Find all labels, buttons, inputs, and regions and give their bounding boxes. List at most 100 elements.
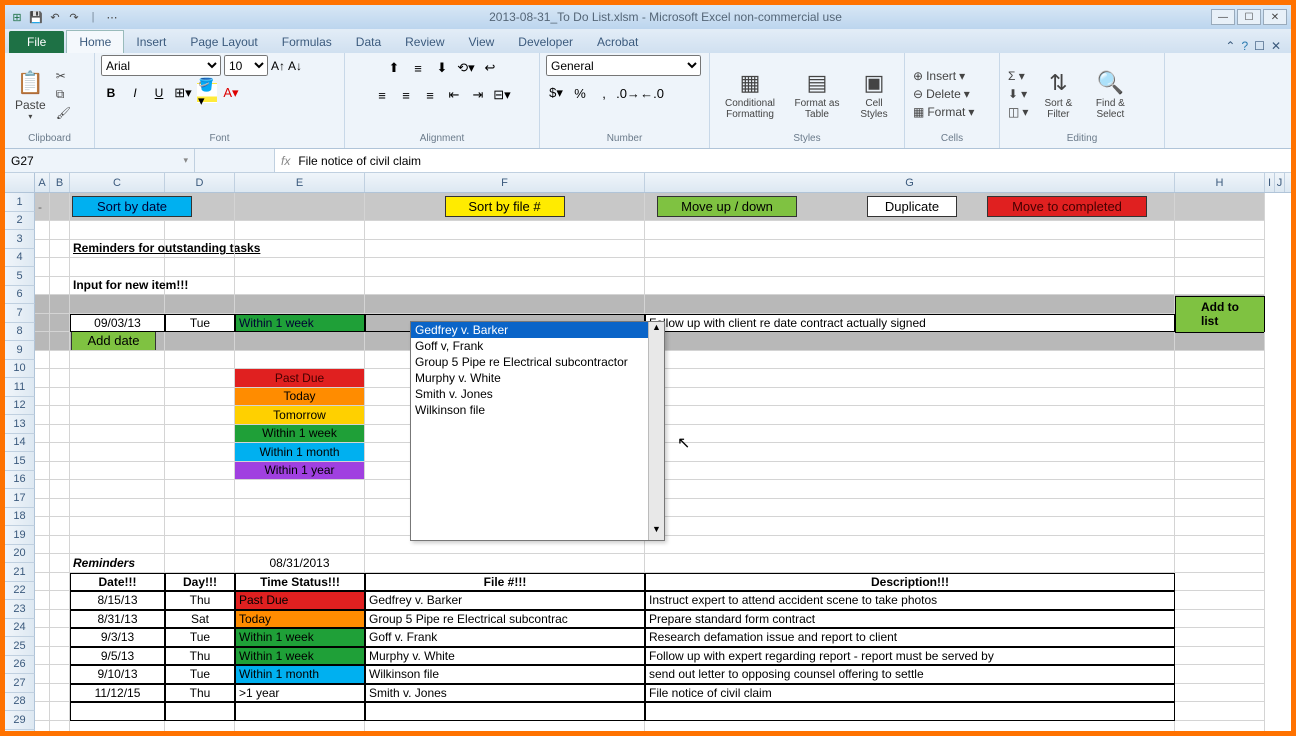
maximize-button[interactable]: ☐: [1237, 9, 1261, 25]
merge-button[interactable]: ⊟▾: [492, 85, 512, 105]
formula-bar[interactable]: [298, 154, 1285, 168]
table-status[interactable]: Within 1 month: [235, 665, 365, 684]
font-size-select[interactable]: 10: [224, 55, 268, 76]
number-format-select[interactable]: General: [546, 55, 701, 76]
table-day[interactable]: Thu: [165, 684, 235, 703]
align-left-icon[interactable]: ≡: [372, 85, 392, 105]
border-button[interactable]: ⊞▾: [173, 83, 193, 103]
table-file[interactable]: Gedfrey v. Barker: [365, 591, 645, 610]
format-painter-button[interactable]: 🖌: [54, 105, 73, 121]
fx-icon[interactable]: fx: [281, 154, 290, 168]
table-file[interactable]: Goff v. Frank: [365, 628, 645, 647]
comma-icon[interactable]: ,: [594, 83, 614, 103]
tab-home[interactable]: Home: [66, 30, 124, 53]
table-day[interactable]: Tue: [165, 628, 235, 647]
table-desc[interactable]: Prepare standard form contract: [645, 610, 1175, 629]
cell-styles-button[interactable]: ▣Cell Styles: [850, 66, 898, 122]
increase-indent-icon[interactable]: ⇥: [468, 85, 488, 105]
close-workbook-icon[interactable]: ✕: [1271, 39, 1281, 53]
dropdown-item[interactable]: Wilkinson file: [411, 402, 664, 418]
table-desc[interactable]: send out letter to opposing counsel offe…: [645, 665, 1175, 684]
table-date[interactable]: 9/5/13: [70, 647, 165, 666]
table-day[interactable]: Sat: [165, 610, 235, 629]
decrease-font-icon[interactable]: A↓: [288, 59, 302, 73]
duplicate-button[interactable]: Duplicate: [867, 196, 957, 217]
table-desc[interactable]: Research defamation issue and report to …: [645, 628, 1175, 647]
align-bottom-icon[interactable]: ⬇: [432, 58, 452, 78]
file-dropdown[interactable]: Gedfrey v. BarkerGoff v, FrankGroup 5 Pi…: [410, 321, 665, 541]
dropdown-item[interactable]: Gedfrey v. Barker: [411, 322, 664, 338]
tab-acrobat[interactable]: Acrobat: [585, 31, 650, 53]
tab-developer[interactable]: Developer: [506, 31, 585, 53]
orientation-icon[interactable]: ⟲▾: [456, 58, 476, 78]
fill-button[interactable]: ⬇ ▾: [1006, 86, 1030, 102]
table-date[interactable]: 9/3/13: [70, 628, 165, 647]
sort-by-file-button[interactable]: Sort by file #: [445, 196, 565, 217]
tab-formulas[interactable]: Formulas: [270, 31, 344, 53]
fill-color-button[interactable]: 🪣▾: [197, 83, 217, 103]
new-desc-cell[interactable]: Follow up with client re date contract a…: [645, 314, 1175, 333]
increase-font-icon[interactable]: A↑: [271, 59, 285, 73]
redo-icon[interactable]: ↷: [66, 9, 82, 25]
insert-cells-button[interactable]: ⊕Insert ▾: [911, 68, 976, 84]
table-status[interactable]: Within 1 week: [235, 628, 365, 647]
underline-button[interactable]: U: [149, 83, 169, 103]
tab-layout[interactable]: Page Layout: [178, 31, 269, 53]
table-date[interactable]: 8/31/13: [70, 610, 165, 629]
restore-window-icon[interactable]: ☐: [1254, 39, 1265, 53]
table-desc[interactable]: Instruct expert to attend accident scene…: [645, 591, 1175, 610]
tab-review[interactable]: Review: [393, 31, 456, 53]
minimize-button[interactable]: —: [1211, 9, 1235, 25]
tab-file[interactable]: File: [9, 31, 64, 53]
italic-button[interactable]: I: [125, 83, 145, 103]
dropdown-item[interactable]: Group 5 Pipe re Electrical subcontractor: [411, 354, 664, 370]
find-select-button[interactable]: 🔍Find & Select: [1086, 66, 1134, 122]
sort-by-date-button[interactable]: Sort by date: [72, 196, 192, 217]
copy-button[interactable]: ⧉: [54, 86, 73, 103]
minimize-ribbon-icon[interactable]: ⌃: [1225, 39, 1235, 53]
table-desc[interactable]: Follow up with expert regarding report -…: [645, 647, 1175, 666]
qat-more-icon[interactable]: ⋯: [104, 9, 120, 25]
font-name-select[interactable]: Arial: [101, 55, 221, 76]
select-all-corner[interactable]: [5, 173, 35, 192]
decrease-indent-icon[interactable]: ⇤: [444, 85, 464, 105]
new-date-cell[interactable]: 09/03/13: [70, 314, 165, 333]
move-up-down-button[interactable]: Move up / down: [657, 196, 797, 217]
table-desc[interactable]: File notice of civil claim: [645, 684, 1175, 703]
dropdown-scrollbar[interactable]: ▲ ▼: [648, 322, 664, 540]
move-to-completed-button[interactable]: Move to completed: [987, 196, 1147, 217]
add-to-list-button[interactable]: Add tolist: [1175, 296, 1265, 333]
align-center-icon[interactable]: ≡: [396, 85, 416, 105]
help-icon[interactable]: ?: [1241, 39, 1248, 53]
tab-insert[interactable]: Insert: [124, 31, 178, 53]
table-file[interactable]: Murphy v. White: [365, 647, 645, 666]
format-as-table-button[interactable]: ▤Format as Table: [788, 66, 846, 122]
sort-filter-button[interactable]: ⇅Sort & Filter: [1034, 66, 1082, 122]
wrap-text-button[interactable]: ↩: [480, 58, 500, 78]
table-status[interactable]: Past Due: [235, 591, 365, 610]
cut-button[interactable]: ✂: [54, 68, 73, 84]
close-button[interactable]: ✕: [1263, 9, 1287, 25]
paste-button[interactable]: 📋Paste▾: [11, 66, 50, 123]
tab-data[interactable]: Data: [344, 31, 393, 53]
table-date[interactable]: 9/10/13: [70, 665, 165, 684]
dropdown-item[interactable]: Smith v. Jones: [411, 386, 664, 402]
autosum-button[interactable]: Σ ▾: [1006, 68, 1030, 84]
table-file[interactable]: Smith v. Jones: [365, 684, 645, 703]
align-right-icon[interactable]: ≡: [420, 85, 440, 105]
align-middle-icon[interactable]: ≡: [408, 58, 428, 78]
font-color-button[interactable]: A▾: [221, 83, 241, 103]
save-icon[interactable]: 💾: [28, 9, 44, 25]
table-status[interactable]: Today: [235, 610, 365, 629]
table-date[interactable]: 8/15/13: [70, 591, 165, 610]
currency-icon[interactable]: $▾: [546, 83, 566, 103]
add-date-button[interactable]: Add date: [71, 332, 156, 351]
new-status-cell[interactable]: Within 1 week: [235, 314, 365, 333]
dropdown-item[interactable]: Murphy v. White: [411, 370, 664, 386]
format-cells-button[interactable]: ▦Format ▾: [911, 104, 976, 120]
table-day[interactable]: Tue: [165, 665, 235, 684]
name-box[interactable]: ▾: [5, 149, 195, 172]
tab-view[interactable]: View: [457, 31, 507, 53]
percent-icon[interactable]: %: [570, 83, 590, 103]
delete-cells-button[interactable]: ⊖Delete ▾: [911, 86, 976, 102]
